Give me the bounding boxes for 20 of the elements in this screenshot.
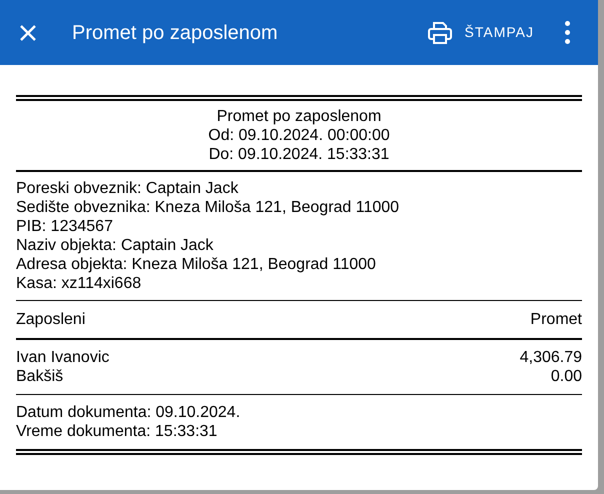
info-line: Poreski obveznik: Captain Jack (16, 178, 240, 198)
info-line: PIB: 1234567 (16, 216, 114, 236)
report-heading: Do: 09.10.2024. 15:33:31 (208, 145, 390, 164)
printer-icon (426, 20, 452, 44)
footer-line: Vreme dokumenta: 15:33:31 (16, 422, 218, 441)
employee-name: Ivan Ivanovic (16, 348, 110, 366)
amount: 0.00 (550, 366, 582, 386)
print-button[interactable]: ŠTAMPAJ (418, 14, 542, 50)
info-line: Naziv objekta: Captain Jack (16, 236, 214, 254)
employee-name: Bakšiš (16, 366, 64, 386)
report-heading: Od: 09.10.2024. 00:00:00 (208, 126, 390, 145)
dialog-title: Promet po zaposlenom (72, 20, 278, 46)
column-header: Zaposleni (16, 310, 86, 329)
report-heading: Promet po zaposlenom (216, 107, 382, 126)
amount: 4,306.79 (520, 348, 582, 366)
footer-line: Datum dokumenta: 09.10.2024. (16, 403, 242, 422)
info-line: Adresa objekta: Kneza Miloša 121, Beograd 11000 (16, 254, 377, 274)
info-line: Kasa: xz114xi668 (16, 274, 142, 292)
info-line: Sedište obveznika: Kneza Miloša 121, Beograd 11000 (16, 198, 400, 216)
column-header: Promet (530, 310, 582, 329)
